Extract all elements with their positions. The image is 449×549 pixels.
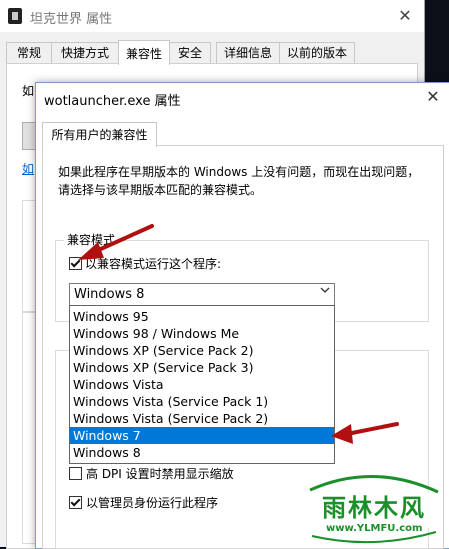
watermark-url: www.YLMFU.com (326, 523, 423, 534)
dpi-scaling-checkbox[interactable] (69, 467, 82, 480)
dropdown-option-vista-sp2[interactable]: Windows Vista (Service Pack 2) (70, 410, 334, 427)
tab-shortcut[interactable]: 快捷方式 (51, 42, 119, 64)
dropdown-option-win95[interactable]: Windows 95 (70, 308, 334, 325)
tab-details[interactable]: 详细信息 (216, 42, 280, 64)
dialog-close-icon[interactable]: ✕ (422, 86, 444, 108)
annotation-arrow-icon-2 (331, 422, 399, 444)
dropdown-selected-value: Windows 8 (74, 287, 145, 302)
tab-general[interactable]: 常规 (6, 42, 52, 64)
dropdown-option-xp-sp2[interactable]: Windows XP (Service Pack 2) (70, 342, 334, 359)
watermark-text: 雨林木风 (322, 493, 426, 522)
dpi-scaling-checkbox-label[interactable]: 高 DPI 设置时禁用显示缩放 (86, 465, 234, 482)
dropdown-option-win7[interactable]: Windows 7 (70, 427, 334, 444)
chevron-down-icon[interactable] (320, 284, 330, 297)
back-window-title: 坦克世界 属性 (30, 12, 113, 27)
dropdown-option-win8[interactable]: Windows 8 (70, 444, 334, 461)
compat-description: 如果此程序在早期版本的 Windows 上没有问题，而现在出现问题，请选择与该早… (58, 165, 420, 197)
dropdown-option-vista[interactable]: Windows Vista (70, 376, 334, 393)
dropdown-option-xp-sp3[interactable]: Windows XP (Service Pack 3) (70, 359, 334, 376)
run-as-admin-checkbox-label[interactable]: 以管理员身份运行此程序 (86, 494, 218, 511)
annotation-arrow-icon (78, 224, 154, 260)
back-link-fragment[interactable]: 如 (22, 160, 34, 177)
dropdown-option-vista-sp1[interactable]: Windows Vista (Service Pack 1) (70, 393, 334, 410)
dialog-title: wotlauncher.exe 属性 (44, 94, 181, 109)
tab-previous-versions[interactable]: 以前的版本 (279, 42, 355, 64)
back-text-fragment: 如 (22, 84, 35, 98)
run-as-admin-checkbox[interactable] (69, 496, 82, 509)
tab-security[interactable]: 安全 (169, 42, 211, 64)
tab-compatibility[interactable]: 兼容性 (118, 40, 170, 65)
dropdown-list[interactable]: Windows 95 Windows 98 / Windows Me Windo… (69, 305, 335, 464)
tab-all-users-compatibility[interactable]: 所有用户的兼容性 (42, 122, 157, 147)
app-icon (8, 8, 22, 24)
back-close-icon[interactable]: ✕ (394, 5, 416, 27)
dropdown-option-win98[interactable]: Windows 98 / Windows Me (70, 325, 334, 342)
